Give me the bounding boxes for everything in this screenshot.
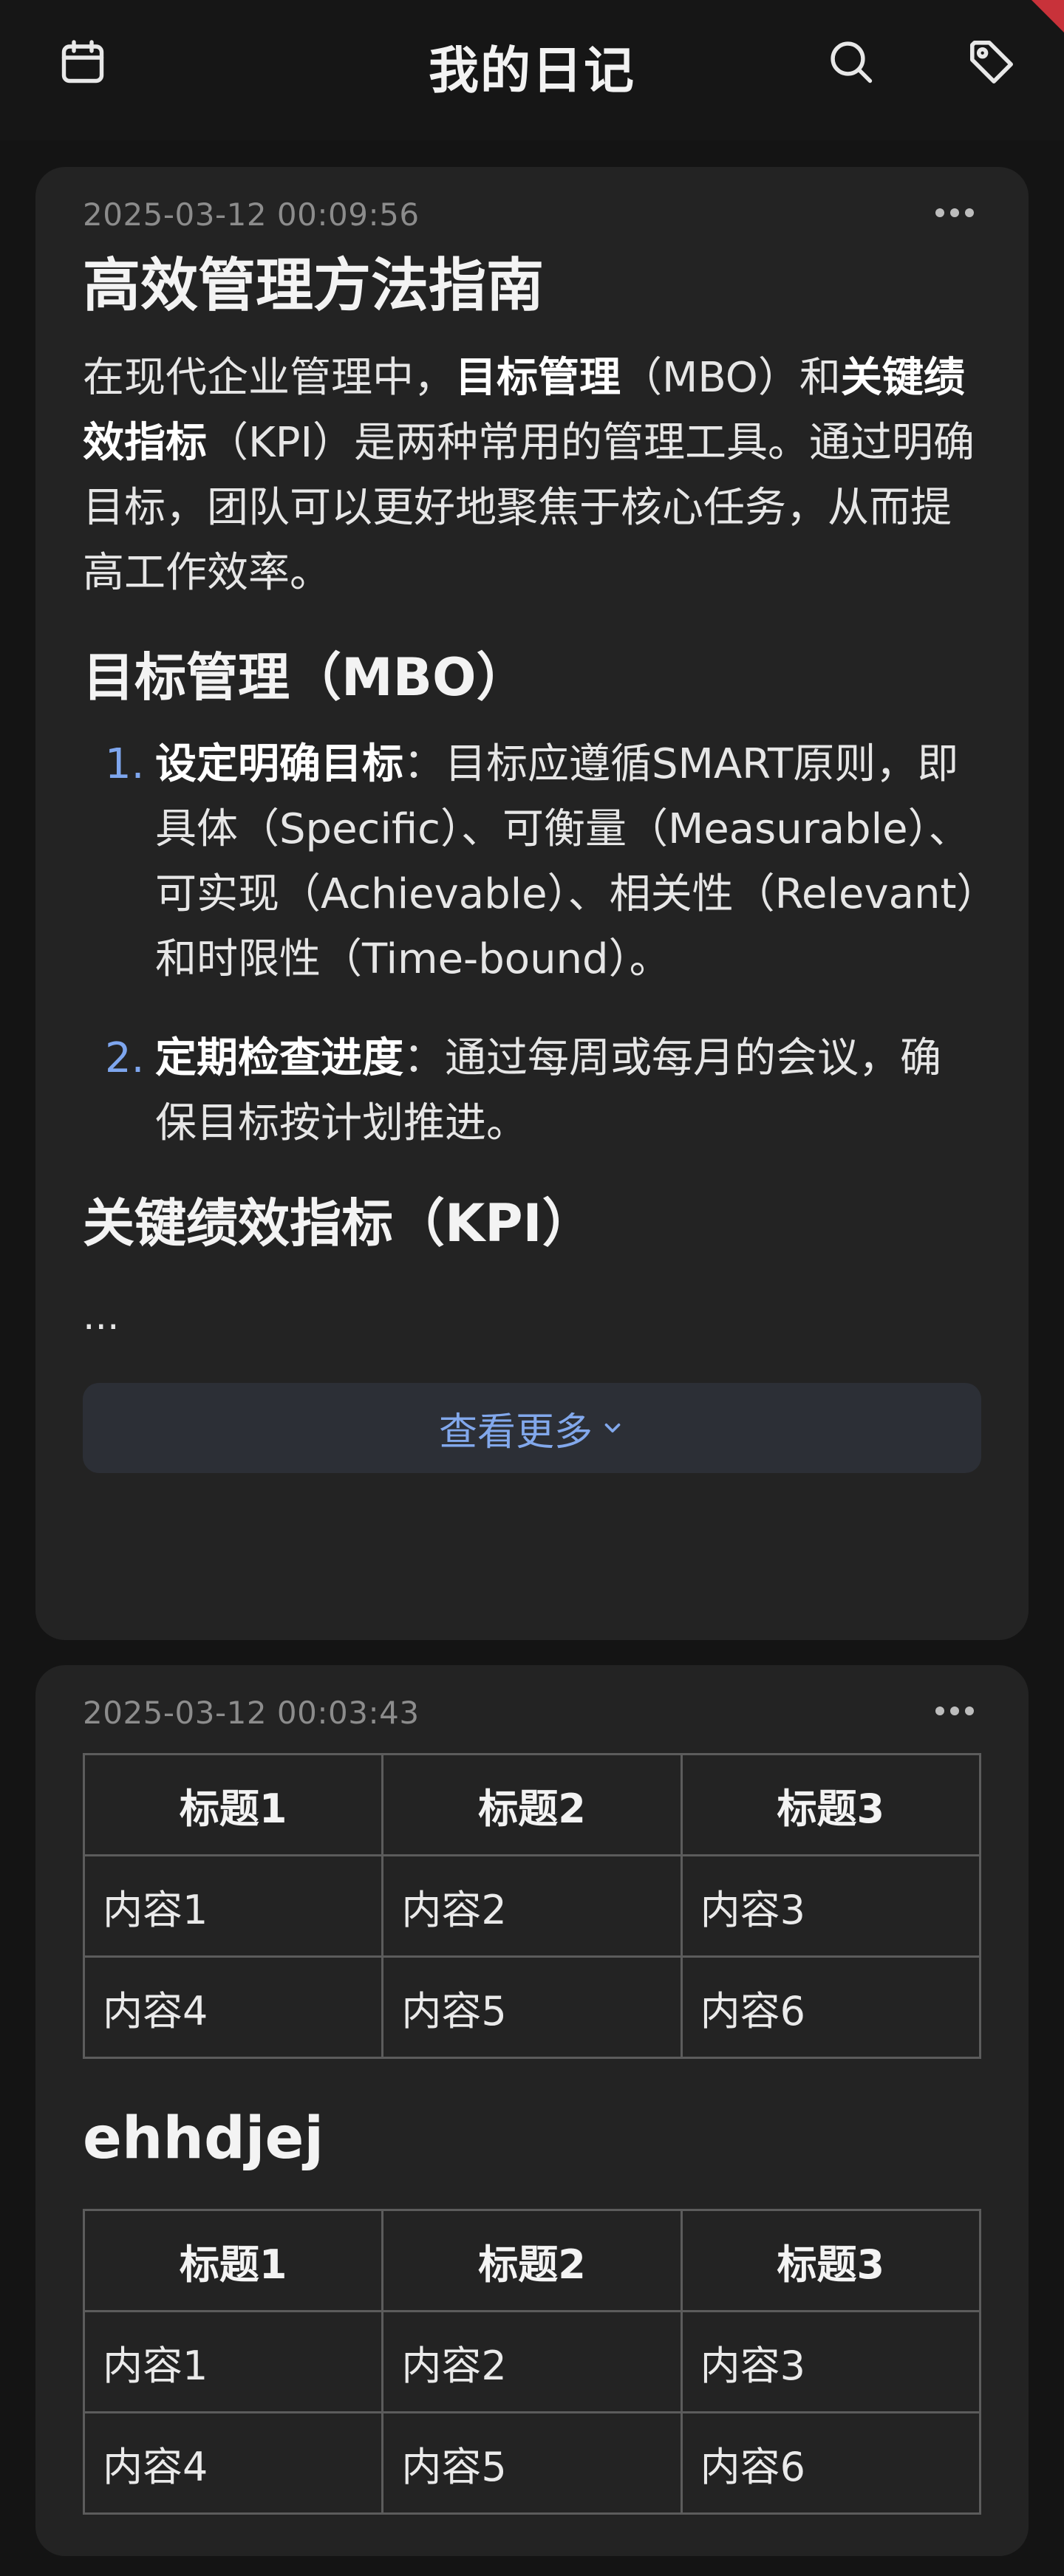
table-cell: 内容1 xyxy=(82,1854,384,1958)
intro-text: （KPI）是两种常用的管理工具。通过明确目标，团队可以更好地聚焦于核心任务，从而… xyxy=(83,419,975,598)
table-row: 内容1 内容2 内容3 xyxy=(82,2310,982,2414)
more-horizontal-icon xyxy=(935,208,974,217)
corner-ribbon xyxy=(1031,0,1064,33)
table-cell: 内容5 xyxy=(381,2411,683,2515)
diary-entry-card[interactable]: 2025-03-12 00:09:56 高效管理方法指南 在现代企业管理中，目标… xyxy=(35,167,1029,1640)
entry-heading: ehhdjej xyxy=(83,2105,324,2172)
intro-paragraph: 在现代企业管理中，目标管理（MBO）和关键绩效指标（KPI）是两种常用的管理工具… xyxy=(83,346,981,606)
chevron-down-icon xyxy=(604,1424,621,1433)
entry-timestamp: 2025-03-12 00:09:56 xyxy=(83,197,420,233)
table-header-cell: 标题1 xyxy=(82,2209,384,2313)
table-header-cell: 标题1 xyxy=(82,1753,384,1856)
table-header-cell: 标题2 xyxy=(381,1753,683,1856)
list-number: 1. xyxy=(105,740,145,789)
section-heading-kpi: 关键绩效指标（KPI） xyxy=(83,1193,594,1254)
intro-text: （MBO）和 xyxy=(621,354,841,403)
search-button[interactable] xyxy=(820,31,882,93)
table-row: 内容1 内容2 内容3 xyxy=(82,1854,982,1958)
tag-icon xyxy=(970,41,1013,83)
search-icon xyxy=(831,41,873,83)
table-row: 内容4 内容5 内容6 xyxy=(82,1955,982,2059)
list-number: 2. xyxy=(105,1034,145,1083)
table-cell: 内容4 xyxy=(82,1955,384,2059)
more-options-button[interactable] xyxy=(928,1696,981,1726)
list-item-bold: 设定明确目标 xyxy=(155,740,403,789)
entry-title: 高效管理方法指南 xyxy=(83,253,545,319)
table-cell: 内容2 xyxy=(381,1854,683,1958)
view-more-button[interactable]: 查看更多 xyxy=(83,1383,981,1474)
table-header-row: 标题1 标题2 标题3 xyxy=(82,2209,982,2313)
view-more-label: 查看更多 xyxy=(438,1410,593,1455)
section-heading-mbo: 目标管理（MBO） xyxy=(83,647,528,708)
list-item: 2. 定期检查进度：通过每周或每月的会议，确保目标按计划推进。 xyxy=(83,1026,981,1156)
page-title: 我的日记 xyxy=(428,42,635,100)
table-cell: 内容2 xyxy=(381,2310,683,2414)
table-header-cell: 标题3 xyxy=(680,2209,982,2313)
table-header-cell: 标题3 xyxy=(680,1753,982,1856)
table-cell: 内容6 xyxy=(680,1955,982,2059)
top-bar: 我的日记 xyxy=(0,0,1064,140)
list-item: 1. 设定明确目标：目标应遵循SMART原则，即具体（Specific）、可衡量… xyxy=(83,732,981,992)
entry-table: 标题1 标题2 标题3 内容1 内容2 内容3 内容4 内容5 内容6 xyxy=(82,1753,982,2059)
intro-text: 在现代企业管理中， xyxy=(83,354,455,403)
list-item-bold: 定期检查进度 xyxy=(155,1034,403,1083)
table-cell: 内容6 xyxy=(680,2411,982,2515)
table-cell: 内容1 xyxy=(82,2310,384,2414)
table-cell: 内容5 xyxy=(381,1955,683,2059)
truncated-ellipsis: ... xyxy=(83,1294,120,1339)
ordered-list: 1. 设定明确目标：目标应遵循SMART原则，即具体（Specific）、可衡量… xyxy=(83,732,981,1156)
intro-bold-mbo: 目标管理 xyxy=(455,354,621,403)
table-cell: 内容3 xyxy=(680,1854,982,1958)
entry-timestamp: 2025-03-12 00:03:43 xyxy=(83,1695,420,1731)
table-cell: 内容3 xyxy=(680,2310,982,2414)
table-header-cell: 标题2 xyxy=(381,2209,683,2313)
tag-button[interactable] xyxy=(961,31,1023,93)
table-row: 内容4 内容5 内容6 xyxy=(82,2411,982,2515)
diary-entry-card[interactable]: 2025-03-12 00:03:43 标题1 标题2 标题3 内容1 内容2 … xyxy=(35,1665,1029,2556)
more-options-button[interactable] xyxy=(928,198,981,228)
more-horizontal-icon xyxy=(935,1706,974,1715)
entry-table: 标题1 标题2 标题3 内容1 内容2 内容3 内容4 内容5 内容6 xyxy=(82,2209,982,2515)
table-header-row: 标题1 标题2 标题3 xyxy=(82,1753,982,1856)
table-cell: 内容4 xyxy=(82,2411,384,2515)
